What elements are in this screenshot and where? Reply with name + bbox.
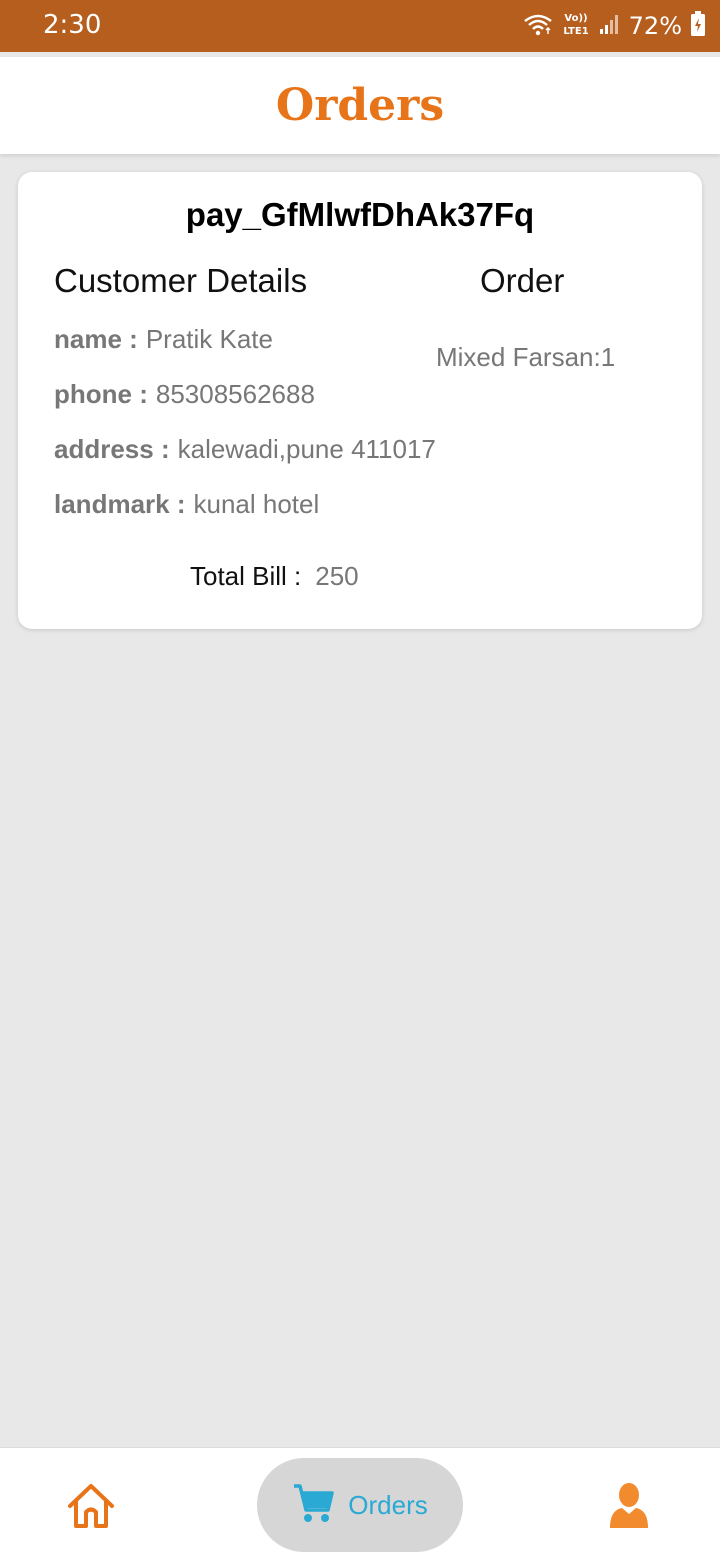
landmark-label: landmark : (54, 489, 186, 519)
customer-address-row: address : kalewadi,pune 411017 (54, 434, 436, 465)
page-title: Orders (275, 80, 445, 131)
nav-orders-button[interactable]: Orders (257, 1458, 463, 1552)
name-value: Pratik Kate (145, 324, 273, 354)
order-card[interactable]: pay_GfMlwfDhAk37Fq Customer Details Orde… (18, 172, 702, 629)
svg-text:LTE1: LTE1 (563, 26, 588, 37)
total-bill-value: 250 (315, 561, 359, 591)
landmark-value: kunal hotel (193, 489, 320, 519)
payment-id: pay_GfMlwfDhAk37Fq (185, 196, 535, 233)
customer-details-heading: Customer Details (54, 262, 308, 299)
volte-icon: Vo)) LTE1 (561, 10, 591, 43)
total-bill-label: Total Bill : (190, 561, 302, 591)
phone-value: 85308562688 (155, 379, 315, 409)
order-heading: Order (480, 262, 565, 299)
address-label: address : (54, 434, 170, 464)
status-time: 2:30 (43, 10, 102, 40)
home-icon (66, 1484, 116, 1534)
bottom-nav: Orders (0, 1447, 720, 1560)
nav-home-button[interactable] (66, 1482, 116, 1530)
user-icon (608, 1483, 650, 1534)
battery-percent: 72% (628, 12, 682, 40)
status-bar: 2:30 Vo)) LTE1 72% (0, 0, 720, 52)
phone-label: phone : (54, 379, 148, 409)
total-bill-row: Total Bill : 250 (190, 561, 359, 592)
signal-icon (599, 13, 621, 40)
name-label: name : (54, 324, 138, 354)
nav-profile-button[interactable] (608, 1482, 650, 1530)
nav-orders-label: Orders (348, 1489, 428, 1520)
wifi-icon (523, 12, 553, 41)
app-header: Orders (0, 57, 720, 154)
customer-landmark-row: landmark : kunal hotel (54, 489, 319, 520)
customer-name-row: name : Pratik Kate (54, 324, 273, 355)
cart-icon (292, 1482, 335, 1529)
order-item: Mixed Farsan:1 (436, 342, 616, 372)
customer-phone-row: phone :85308562688 (54, 379, 315, 410)
status-icons: Vo)) LTE1 72% (523, 8, 706, 44)
address-value: kalewadi,pune 411017 (177, 434, 436, 464)
svg-text:Vo)): Vo)) (564, 13, 587, 24)
battery-charging-icon (690, 10, 706, 42)
